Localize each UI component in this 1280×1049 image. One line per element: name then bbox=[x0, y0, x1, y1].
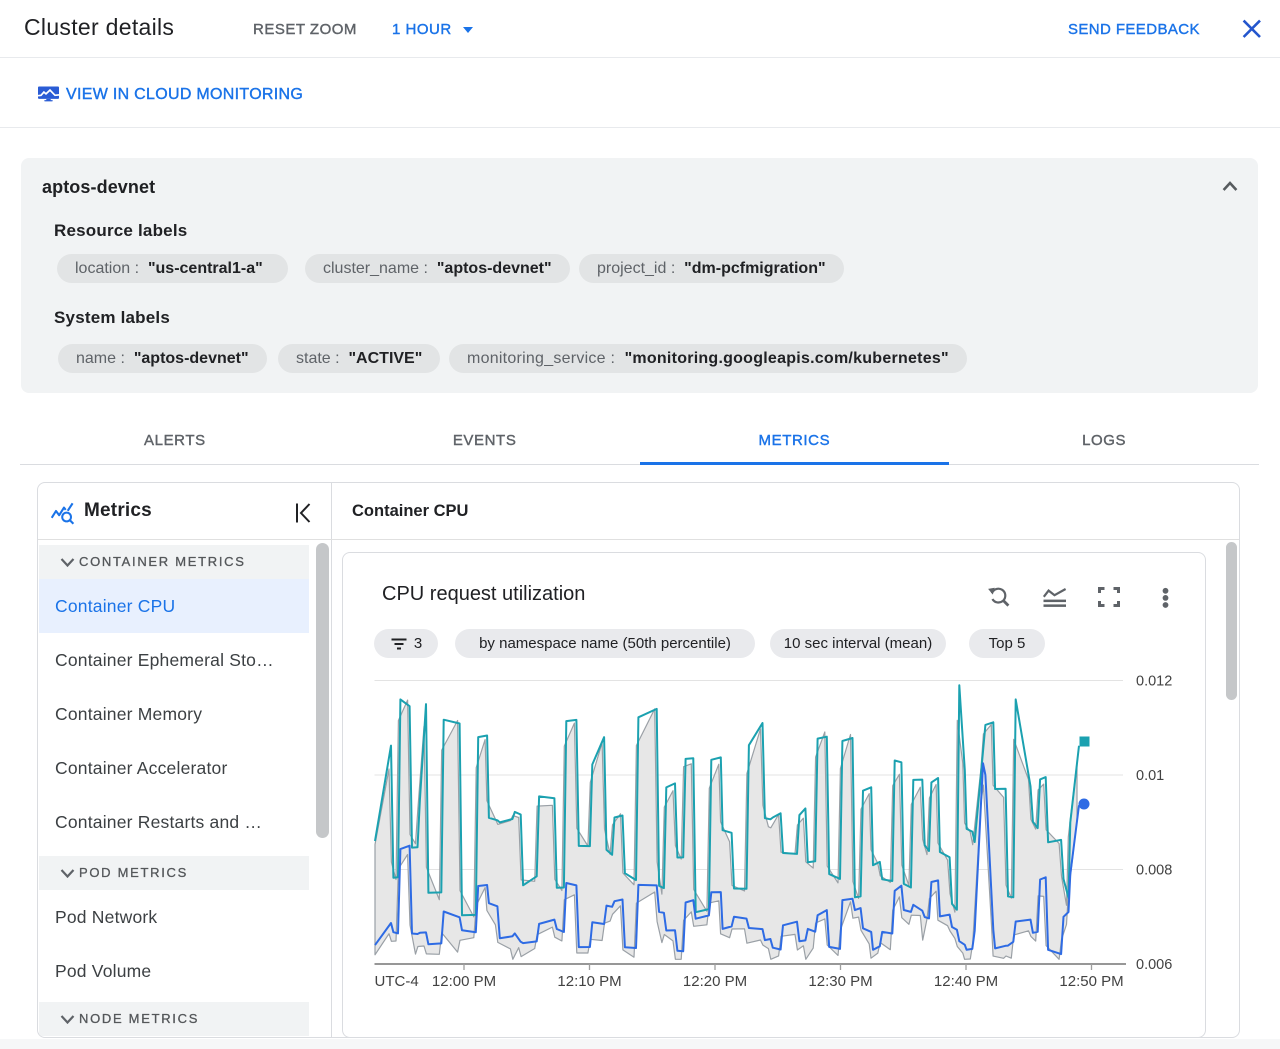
svg-text:12:20 PM: 12:20 PM bbox=[683, 973, 747, 990]
svg-text:12:30 PM: 12:30 PM bbox=[808, 973, 872, 990]
svg-text:12:50 PM: 12:50 PM bbox=[1059, 973, 1123, 990]
svg-text:0.006: 0.006 bbox=[1136, 957, 1172, 973]
svg-text:12:00 PM: 12:00 PM bbox=[432, 973, 496, 990]
svg-text:0.01: 0.01 bbox=[1136, 768, 1164, 784]
svg-text:0.012: 0.012 bbox=[1136, 674, 1172, 690]
svg-text:UTC-4: UTC-4 bbox=[375, 973, 419, 990]
svg-text:12:10 PM: 12:10 PM bbox=[557, 973, 621, 990]
svg-text:12:40 PM: 12:40 PM bbox=[934, 973, 998, 990]
svg-text:0.008: 0.008 bbox=[1136, 863, 1172, 879]
